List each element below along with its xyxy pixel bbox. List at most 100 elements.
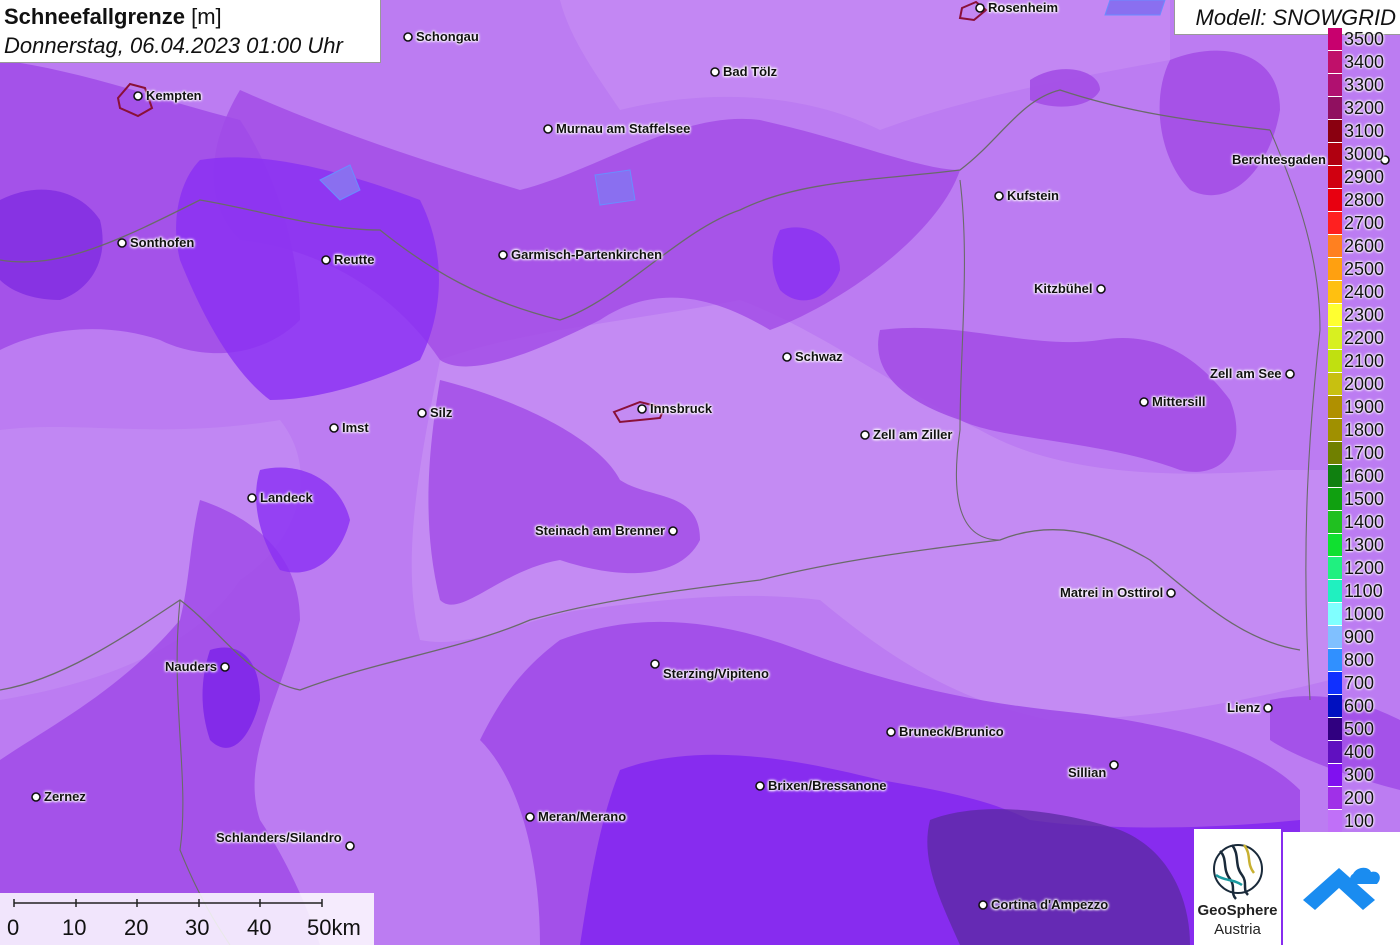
city-label[interactable]: Berchtesgaden: [1232, 152, 1326, 167]
city-label[interactable]: Cortina d'Ampezzo: [991, 897, 1108, 912]
color-legend: 3500 3400 3300 3200 3100 3000 2900 2800 2700 2600…: [1328, 28, 1400, 833]
legend-label: 500: [1344, 719, 1375, 739]
city-marker[interactable]: [886, 727, 896, 737]
city-label[interactable]: Steinach am Brenner: [535, 523, 665, 538]
legend-row: 1000: [1328, 603, 1400, 626]
city-label[interactable]: Nauders: [165, 659, 217, 674]
geosphere-logo[interactable]: GeoSphere Austria: [1194, 829, 1281, 945]
city-label[interactable]: Murnau am Staffelsee: [556, 121, 690, 136]
legend-swatch: [1328, 511, 1342, 534]
legend-row: 3100: [1328, 120, 1400, 143]
city-marker[interactable]: [329, 423, 339, 433]
legend-label: 300: [1344, 765, 1375, 785]
legend-label: 2800: [1344, 190, 1385, 210]
legend-row: 400: [1328, 741, 1400, 764]
legend-row: 2900: [1328, 166, 1400, 189]
scale-label-10: 10: [62, 915, 87, 940]
city-marker[interactable]: [782, 352, 792, 362]
legend-label: 3500: [1344, 29, 1385, 49]
legend-swatch: [1328, 189, 1342, 212]
city-marker[interactable]: [1109, 760, 1119, 770]
legend-label: 1100: [1344, 581, 1383, 601]
scale-bar: 0 10 20 30 40 50km: [0, 893, 374, 945]
legend-row: 3200: [1328, 97, 1400, 120]
city-marker[interactable]: [710, 67, 720, 77]
city-label[interactable]: Sonthofen: [130, 235, 194, 250]
geosphere-name: GeoSphere: [1197, 902, 1278, 919]
city-label[interactable]: Schwaz: [795, 349, 843, 364]
city-marker[interactable]: [31, 792, 41, 802]
city-label[interactable]: Imst: [342, 420, 369, 435]
city-label[interactable]: Kitzbühel: [1034, 281, 1093, 296]
city-label[interactable]: Bad Tölz: [723, 64, 777, 79]
city-label[interactable]: Zell am Ziller: [873, 427, 952, 442]
city-label[interactable]: Schongau: [416, 29, 479, 44]
legend-row: 900: [1328, 626, 1400, 649]
legend-row: 800: [1328, 649, 1400, 672]
city-marker[interactable]: [117, 238, 127, 248]
map-title: Schneefallgrenze [m]: [4, 4, 222, 30]
legend-label: 1500: [1344, 489, 1385, 509]
city-label[interactable]: Bruneck/Brunico: [899, 724, 1004, 739]
legend-row: 1900: [1328, 396, 1400, 419]
legend-row: 2800: [1328, 189, 1400, 212]
title-box: Schneefallgrenze [m] Donnerstag, 06.04.2…: [0, 0, 381, 63]
city-marker[interactable]: [220, 662, 230, 672]
city-label[interactable]: Matrei in Osttirol: [1060, 585, 1163, 600]
legend-swatch: [1328, 396, 1342, 419]
city-label[interactable]: Innsbruck: [650, 401, 712, 416]
legend-row: 200: [1328, 787, 1400, 810]
city-marker[interactable]: [321, 255, 331, 265]
city-marker[interactable]: [525, 812, 535, 822]
snowline-map[interactable]: [0, 0, 1400, 945]
city-marker[interactable]: [1166, 588, 1176, 598]
legend-label: 3400: [1344, 52, 1385, 72]
city-marker[interactable]: [543, 124, 553, 134]
city-marker[interactable]: [975, 3, 985, 13]
city-label[interactable]: Lienz: [1227, 700, 1260, 715]
city-label[interactable]: Garmisch-Partenkirchen: [511, 247, 662, 262]
city-label[interactable]: Schlanders/Silandro: [216, 830, 342, 845]
city-label[interactable]: Mittersill: [1152, 394, 1205, 409]
city-label[interactable]: Rosenheim: [988, 0, 1058, 15]
scale-label-20: 20: [124, 915, 149, 940]
city-marker[interactable]: [668, 526, 678, 536]
city-label[interactable]: Kufstein: [1007, 188, 1059, 203]
legend-row: 700: [1328, 672, 1400, 695]
city-label[interactable]: Meran/Merano: [538, 809, 626, 824]
city-marker[interactable]: [1139, 397, 1149, 407]
city-marker[interactable]: [498, 250, 508, 260]
city-label[interactable]: Silz: [430, 405, 452, 420]
city-marker[interactable]: [637, 404, 647, 414]
legend-swatch: [1328, 212, 1342, 235]
legend-swatch: [1328, 787, 1342, 810]
city-marker[interactable]: [860, 430, 870, 440]
city-marker[interactable]: [650, 659, 660, 669]
legend-row: 2100: [1328, 350, 1400, 373]
city-label[interactable]: Sterzing/Vipiteno: [663, 666, 769, 681]
city-label[interactable]: Reutte: [334, 252, 374, 267]
city-marker[interactable]: [345, 841, 355, 851]
city-marker[interactable]: [417, 408, 427, 418]
city-marker[interactable]: [1263, 703, 1273, 713]
legend-label: 400: [1344, 742, 1375, 762]
city-label[interactable]: Landeck: [260, 490, 313, 505]
city-marker[interactable]: [403, 32, 413, 42]
city-marker[interactable]: [133, 91, 143, 101]
city-label[interactable]: Sillian: [1068, 765, 1106, 780]
city-label[interactable]: Zernez: [44, 789, 86, 804]
city-marker[interactable]: [1285, 369, 1295, 379]
scale-label-0: 0: [7, 915, 20, 940]
city-marker[interactable]: [978, 900, 988, 910]
legend-swatch: [1328, 143, 1342, 166]
city-label[interactable]: Brixen/Bressanone: [768, 778, 887, 793]
city-label[interactable]: Zell am See: [1210, 366, 1282, 381]
city-marker[interactable]: [755, 781, 765, 791]
city-marker[interactable]: [1096, 284, 1106, 294]
city-label[interactable]: Kempten: [146, 88, 202, 103]
city-marker[interactable]: [994, 191, 1004, 201]
city-marker[interactable]: [247, 493, 257, 503]
snowgrid-logo[interactable]: [1283, 832, 1400, 945]
legend-row: 2400: [1328, 281, 1400, 304]
legend-swatch: [1328, 488, 1342, 511]
